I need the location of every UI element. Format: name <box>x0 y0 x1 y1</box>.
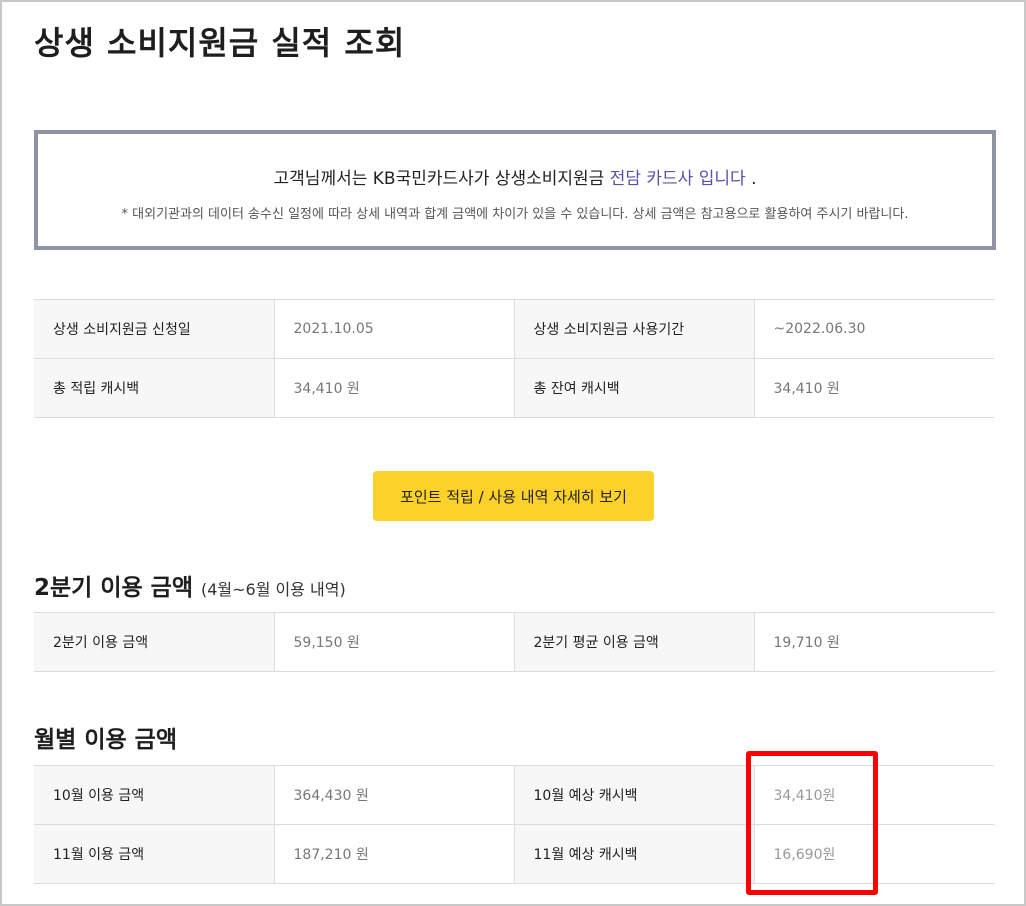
october-usage-value: 364,430 원 <box>273 765 514 825</box>
remaining-cashback-value: 34,410 원 <box>753 358 994 418</box>
apply-date-value: 2021.10.05 <box>273 299 514 359</box>
page-frame: 상생 소비지원금 실적 조회 고객님께서는 KB국민카드사가 상생소비지원금 전… <box>0 0 1026 906</box>
summary-table: 상생 소비지원금 신청일 2021.10.05 상생 소비지원금 사용기간 ~2… <box>34 299 994 418</box>
quarter-avg-label: 2분기 평균 이용 금액 <box>513 612 754 672</box>
october-cashback-label: 10월 예상 캐시백 <box>513 765 754 825</box>
october-usage-label: 10월 이용 금액 <box>34 765 274 825</box>
quarter-amount-value: 59,150 원 <box>273 612 514 672</box>
quarter-avg-value: 19,710 원 <box>753 612 994 672</box>
november-usage-value: 187,210 원 <box>273 824 514 884</box>
period-value: ~2022.06.30 <box>753 299 994 359</box>
cashback-highlight-box <box>746 751 878 895</box>
total-cashback-value: 34,410 원 <box>273 358 514 418</box>
apply-date-label: 상생 소비지원금 신청일 <box>34 299 274 359</box>
table-row: 2분기 이용 금액 59,150 원 2분기 평균 이용 금액 19,710 원 <box>34 612 994 672</box>
notice-main-text: 고객님께서는 KB국민카드사가 상생소비지원금 전담 카드사 입니다 . <box>38 164 992 189</box>
point-history-button[interactable]: 포인트 적립 / 사용 내역 자세히 보기 <box>373 471 654 521</box>
quarter-title: 2분기 이용 금액 <box>34 575 193 601</box>
november-usage-label: 11월 이용 금액 <box>34 824 274 884</box>
notice-main-accent: 전담 카드사 입니다 <box>609 169 746 189</box>
notice-box: 고객님께서는 KB국민카드사가 상생소비지원금 전담 카드사 입니다 . * 대… <box>34 130 996 250</box>
notice-sub-text: * 대외기관과의 데이터 송수신 일정에 따라 상세 내역과 합계 금액에 차이… <box>121 207 909 222</box>
table-row: 총 적립 캐시백 34,410 원 총 잔여 캐시백 34,410 원 <box>34 358 994 418</box>
notice-main-prefix: 고객님께서는 KB국민카드사가 상생소비지원금 <box>273 169 605 189</box>
quarter-amount-label: 2분기 이용 금액 <box>34 612 274 672</box>
quarter-title-sub: (4월~6월 이용 내역) <box>201 580 346 599</box>
quarter-table: 2분기 이용 금액 59,150 원 2분기 평균 이용 금액 19,710 원 <box>34 612 994 672</box>
quarter-section-title: 2분기 이용 금액 (4월~6월 이용 내역) <box>34 568 346 602</box>
notice-main-suffix: . <box>751 169 757 189</box>
november-cashback-label: 11월 예상 캐시백 <box>513 824 754 884</box>
monthly-section-title: 월별 이용 금액 <box>34 727 177 753</box>
total-cashback-label: 총 적립 캐시백 <box>34 358 274 418</box>
remaining-cashback-label: 총 잔여 캐시백 <box>513 358 754 418</box>
period-label: 상생 소비지원금 사용기간 <box>513 299 754 359</box>
table-row: 상생 소비지원금 신청일 2021.10.05 상생 소비지원금 사용기간 ~2… <box>34 299 994 359</box>
page-title: 상생 소비지원금 실적 조회 <box>34 24 406 62</box>
